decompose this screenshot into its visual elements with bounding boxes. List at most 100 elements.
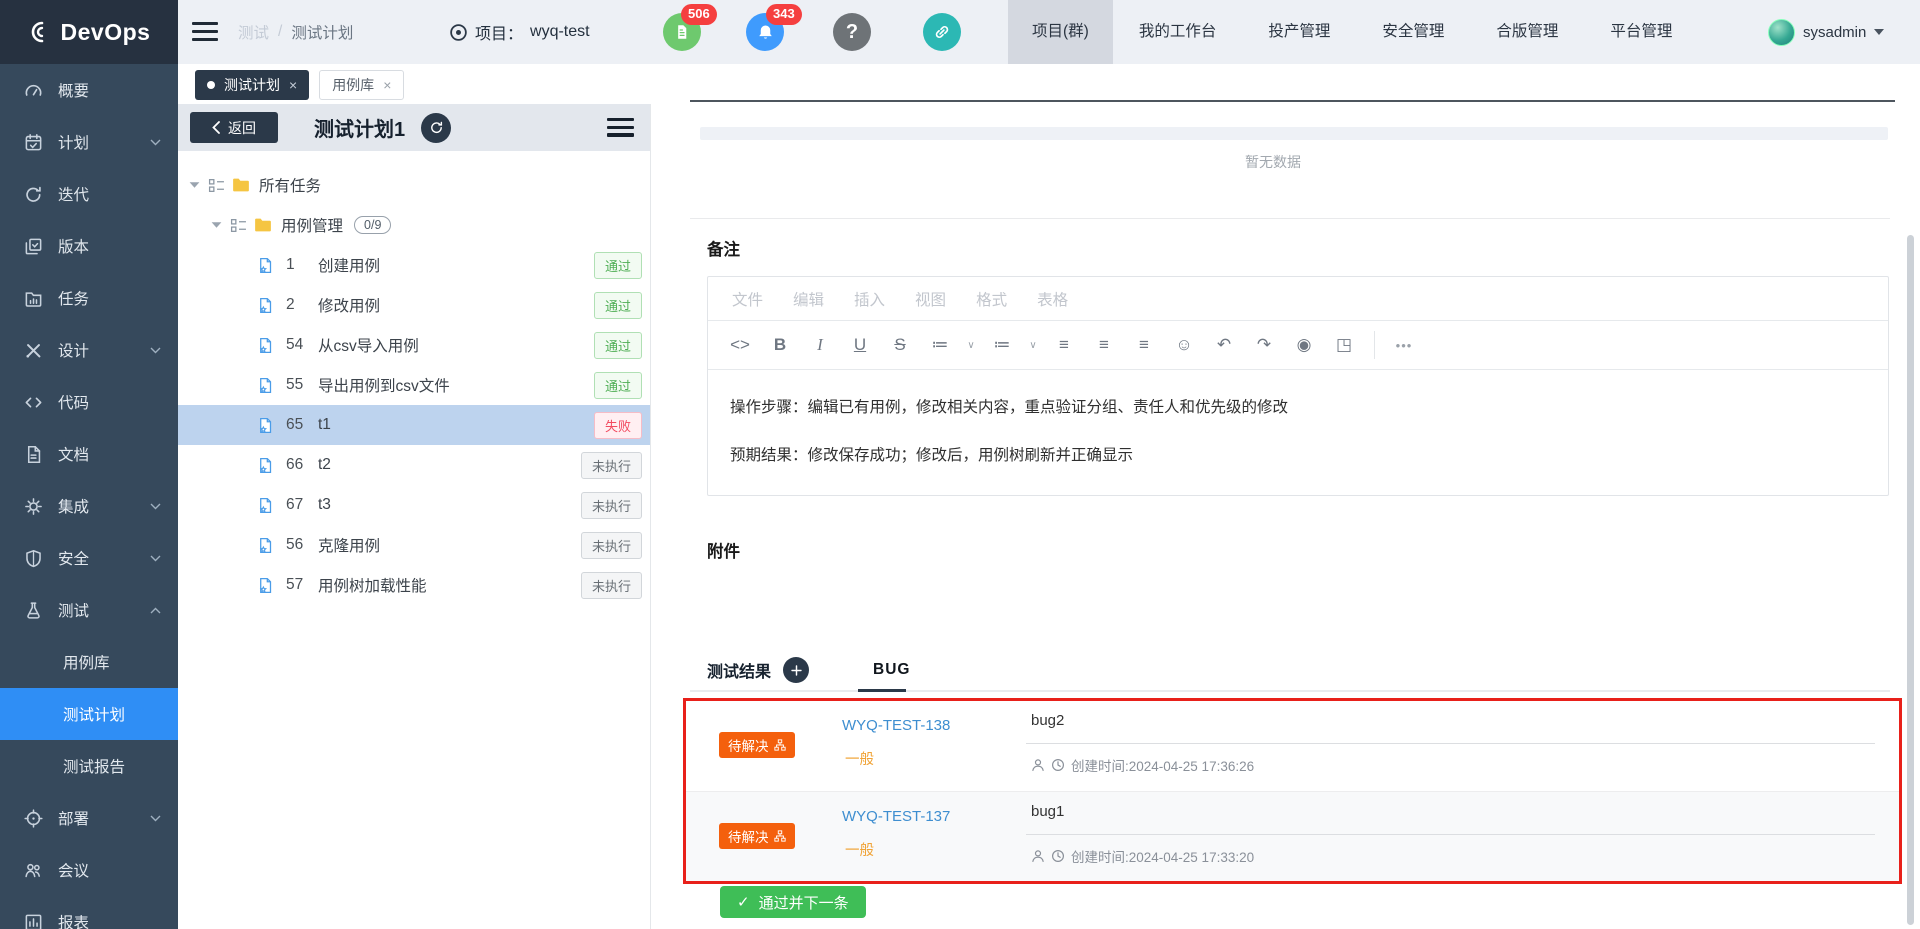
back-button[interactable]: 返回 <box>190 112 278 143</box>
sidebar-label: 报表 <box>58 911 89 929</box>
caret-down-icon[interactable] <box>188 180 201 190</box>
case-row[interactable]: 54 从csv导入用例 通过 <box>178 325 650 365</box>
case-row[interactable]: 57 用例树加载性能 未执行 <box>178 565 650 605</box>
link-icon[interactable] <box>923 13 961 51</box>
sidebar-item-test[interactable]: 测试 <box>0 584 178 636</box>
case-row[interactable]: 1 创建用例 通过 <box>178 245 650 285</box>
menu-icon[interactable] <box>192 22 218 45</box>
refresh-button[interactable] <box>421 113 451 143</box>
pass-and-next-button[interactable]: ✓ 通过并下一条 <box>720 886 866 918</box>
sidebar-item-docs[interactable]: 文档 <box>0 428 178 480</box>
code-view-icon[interactable]: <> <box>720 335 760 355</box>
chevron-down-icon[interactable]: ∨ <box>1022 340 1044 351</box>
sidebar-item-version[interactable]: 版本 <box>0 220 178 272</box>
menu-table[interactable]: 表格 <box>1029 288 1076 310</box>
menu-format[interactable]: 格式 <box>968 288 1015 310</box>
bug-status-badge: 待解决 <box>719 732 795 758</box>
case-row[interactable]: 2 修改用例 通过 <box>178 285 650 325</box>
bold-icon[interactable]: B <box>760 335 800 355</box>
status-badge: 未执行 <box>581 572 642 599</box>
sidebar-item-deploy[interactable]: 部署 <box>0 792 178 844</box>
undo-icon[interactable]: ↶ <box>1204 335 1244 355</box>
italic-icon[interactable]: I <box>800 335 840 355</box>
menu-file[interactable]: 文件 <box>724 288 771 310</box>
remark-heading: 备注 <box>707 236 740 260</box>
chevron-down-icon <box>150 139 161 146</box>
tab-test-results[interactable]: 测试结果 <box>707 658 771 682</box>
bug-row[interactable]: 待解决 WYQ-TEST-137 一般 bug1 创建时间:2024-04-25… <box>686 791 1899 881</box>
bug-id-link[interactable]: WYQ-TEST-138 <box>842 717 950 734</box>
bug-id-link[interactable]: WYQ-TEST-137 <box>842 808 950 825</box>
case-row[interactable]: 55 导出用例到csv文件 通过 <box>178 365 650 405</box>
chevron-down-icon <box>150 347 161 354</box>
align-left-icon[interactable]: ≡ <box>1044 335 1084 355</box>
vertical-scrollbar[interactable] <box>1907 235 1914 925</box>
sidebar-label: 用例库 <box>63 651 110 673</box>
breadcrumb-section[interactable]: 测试 <box>238 21 269 43</box>
gauge-icon <box>24 81 43 100</box>
menu-insert[interactable]: 插入 <box>846 288 893 310</box>
align-center-icon[interactable]: ≡ <box>1084 335 1124 355</box>
sidebar-item-security[interactable]: 安全 <box>0 532 178 584</box>
help-icon[interactable]: ? <box>833 13 871 51</box>
emoji-icon[interactable]: ☺ <box>1164 335 1204 355</box>
more-icon[interactable]: ••• <box>1381 338 1427 353</box>
sidebar-item-iteration[interactable]: 迭代 <box>0 168 178 220</box>
bullet-list-icon[interactable]: ≔ <box>920 335 960 355</box>
nav-item-security-mgmt[interactable]: 安全管理 <box>1356 0 1470 64</box>
caret-down-icon[interactable] <box>210 220 223 230</box>
nav-item-merge-mgmt[interactable]: 合版管理 <box>1470 0 1584 64</box>
sidebar-item-meeting[interactable]: 会议 <box>0 844 178 896</box>
fullscreen-icon[interactable]: ◳ <box>1324 335 1364 355</box>
chevron-down-icon[interactable]: ∨ <box>960 340 982 351</box>
case-row-selected[interactable]: 65 t1 失败 <box>178 405 650 445</box>
nav-item-projects[interactable]: 项目(群) <box>1008 0 1113 64</box>
sidebar-item-plan[interactable]: 计划 <box>0 116 178 168</box>
sidebar-item-task[interactable]: 任务 <box>0 272 178 324</box>
bug-title: bug1 <box>1031 803 1064 820</box>
tree-root-row[interactable]: 所有任务 <box>178 165 650 205</box>
tab-bug[interactable]: BUG <box>873 661 910 679</box>
bug-row[interactable]: 待解决 WYQ-TEST-138 一般 bug2 创建时间:2024-04-25… <box>686 701 1899 791</box>
table-top-border <box>690 100 1895 102</box>
editor-content[interactable]: 操作步骤：编辑已有用例，修改相关内容，重点验证分组、责任人和优先级的修改 预期结… <box>708 370 1888 465</box>
redo-icon[interactable]: ↷ <box>1244 335 1284 355</box>
editor-toolbar: <> B I U S ≔ ∨ ≔ ∨ ≡ ≡ ≡ ☺ ↶ ↷ ◉ ◳ ••• <box>708 321 1888 370</box>
notification-count-badge: 343 <box>766 4 802 25</box>
preview-icon[interactable]: ◉ <box>1284 335 1324 355</box>
project-label: 项目： <box>475 20 523 44</box>
person-icon <box>1031 849 1045 863</box>
nav-item-production[interactable]: 投产管理 <box>1242 0 1356 64</box>
menu-view[interactable]: 视图 <box>907 288 954 310</box>
user-menu[interactable]: sysadmin <box>1768 0 1884 64</box>
sidebar-item-code[interactable]: 代码 <box>0 376 178 428</box>
numbered-list-icon[interactable]: ≔ <box>982 335 1022 355</box>
project-selector[interactable]: 项目：wyq-test <box>449 0 590 64</box>
case-row[interactable]: 56 克隆用例 未执行 <box>178 525 650 565</box>
sidebar-item-report[interactable]: 报表 <box>0 896 178 929</box>
close-icon[interactable]: × <box>289 77 297 93</box>
align-right-icon[interactable]: ≡ <box>1124 335 1164 355</box>
status-badge: 通过 <box>594 332 642 359</box>
sidebar-item-case-library[interactable]: 用例库 <box>0 636 178 688</box>
nav-item-platform-mgmt[interactable]: 平台管理 <box>1584 0 1698 64</box>
close-icon[interactable]: × <box>383 77 391 93</box>
panel-menu-icon[interactable] <box>607 118 634 141</box>
tree-group-row[interactable]: 用例管理 0/9 <box>178 205 650 245</box>
case-row[interactable]: 66 t2 未执行 <box>178 445 650 485</box>
add-result-button[interactable] <box>783 657 809 683</box>
sidebar-item-overview[interactable]: 概要 <box>0 64 178 116</box>
strikethrough-icon[interactable]: S <box>880 335 920 355</box>
sidebar-item-design[interactable]: 设计 <box>0 324 178 376</box>
menu-edit[interactable]: 编辑 <box>785 288 832 310</box>
chevron-down-icon <box>150 815 161 822</box>
tab-test-plan[interactable]: 测试计划 × <box>195 70 309 100</box>
sidebar-item-test-report[interactable]: 测试报告 <box>0 740 178 792</box>
case-row[interactable]: 67 t3 未执行 <box>178 485 650 525</box>
help-glyph: ? <box>846 21 858 44</box>
tab-case-library[interactable]: 用例库 × <box>319 70 404 100</box>
sidebar-item-test-plan[interactable]: 测试计划 <box>0 688 178 740</box>
underline-icon[interactable]: U <box>840 335 880 355</box>
sidebar-item-integration[interactable]: 集成 <box>0 480 178 532</box>
nav-item-workbench[interactable]: 我的工作台 <box>1113 0 1243 64</box>
